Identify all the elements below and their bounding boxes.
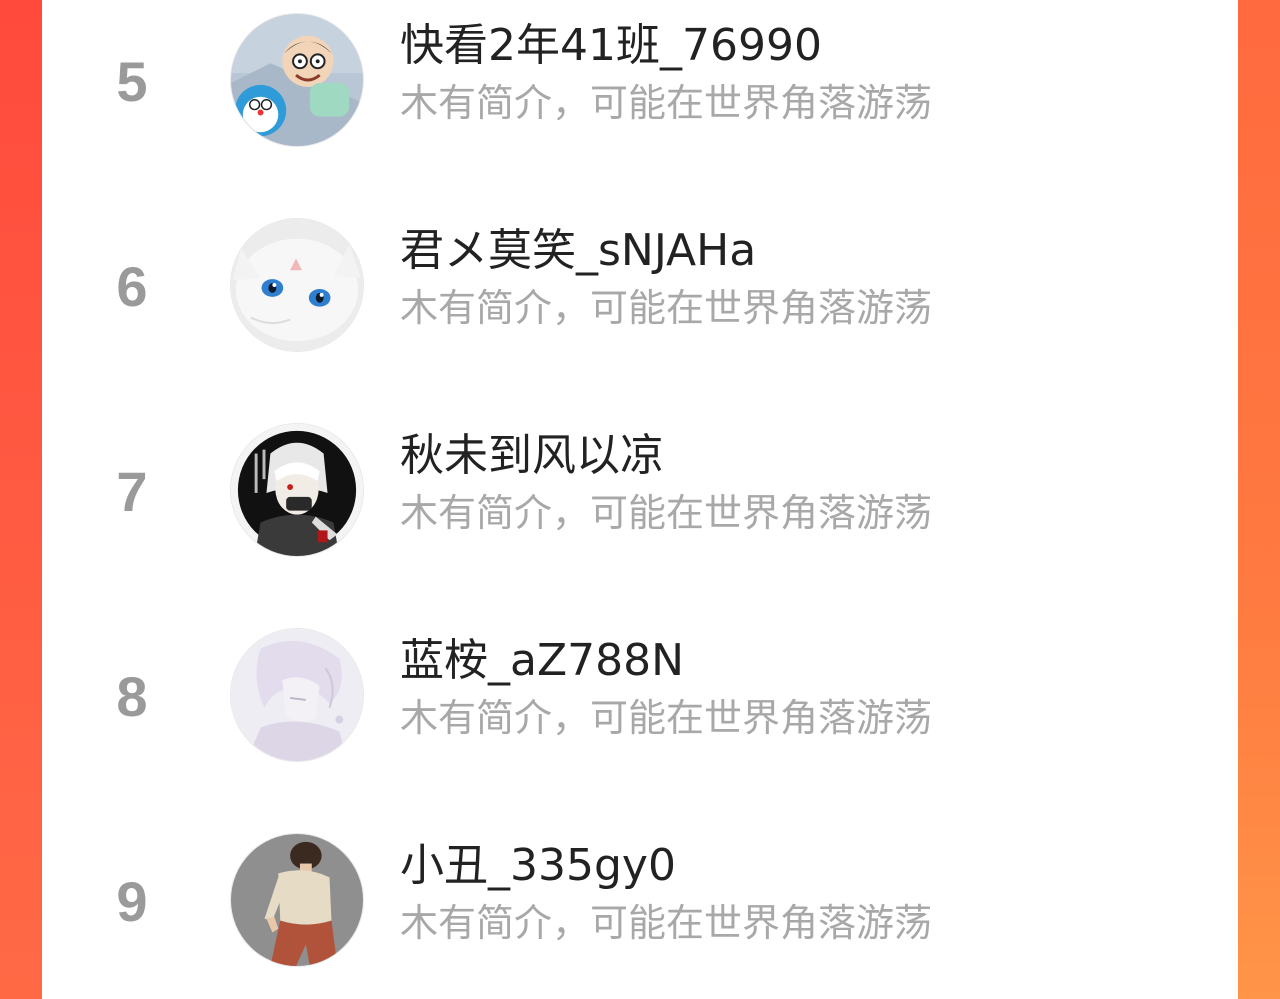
rank-number: 9	[116, 870, 148, 933]
pastel-anime-avatar-icon	[231, 629, 363, 761]
cartoon-man-avatar-icon	[231, 834, 363, 966]
anime-character-avatar-icon	[231, 424, 363, 556]
user-name: 君メ莫笑_sNJAHa	[400, 225, 757, 276]
list-item[interactable]: 8 蓝桉_aZ788N 木有简介，可能在世界角落游荡	[42, 615, 1238, 820]
user-bio: 木有简介，可能在世界角落游荡	[400, 491, 933, 535]
avatar[interactable]	[230, 628, 364, 762]
user-name: 蓝桉_aZ788N	[400, 635, 685, 686]
ranking-list-card: 5 快看2年41班_76990 木有简介，可能在世界角落游荡 6 君メ莫笑_sN…	[42, 0, 1238, 999]
cartoon-boy-avatar-icon	[231, 14, 363, 146]
avatar[interactable]	[230, 833, 364, 967]
user-bio: 木有简介，可能在世界角落游荡	[400, 81, 933, 125]
list-item[interactable]: 9 小丑_335gy0 木有简介，可能在世界角落游荡	[42, 820, 1238, 999]
list-item[interactable]: 6 君メ莫笑_sNJAHa 木有简介，可能在世界角落游荡	[42, 205, 1238, 410]
avatar[interactable]	[230, 13, 364, 147]
rank-number: 7	[116, 460, 148, 523]
rank-number: 5	[116, 50, 148, 113]
avatar[interactable]	[230, 423, 364, 557]
user-bio: 木有简介，可能在世界角落游荡	[400, 696, 933, 740]
user-bio: 木有简介，可能在世界角落游荡	[400, 901, 933, 945]
white-cat-avatar-icon	[231, 219, 363, 351]
user-bio: 木有简介，可能在世界角落游荡	[400, 286, 933, 330]
user-name: 秋未到风以凉	[400, 430, 664, 481]
user-name: 小丑_335gy0	[400, 840, 676, 891]
frame-right-edge	[1238, 0, 1280, 999]
avatar[interactable]	[230, 218, 364, 352]
list-item[interactable]: 5 快看2年41班_76990 木有简介，可能在世界角落游荡	[42, 0, 1238, 205]
rank-number: 8	[116, 665, 148, 728]
user-name: 快看2年41班_76990	[400, 20, 822, 71]
ranking-screen: 5 快看2年41班_76990 木有简介，可能在世界角落游荡 6 君メ莫笑_sN…	[0, 0, 1280, 999]
list-item[interactable]: 7 秋未到风以凉 木有简介，可能在世界角落游荡	[42, 410, 1238, 615]
rank-number: 6	[116, 255, 148, 318]
